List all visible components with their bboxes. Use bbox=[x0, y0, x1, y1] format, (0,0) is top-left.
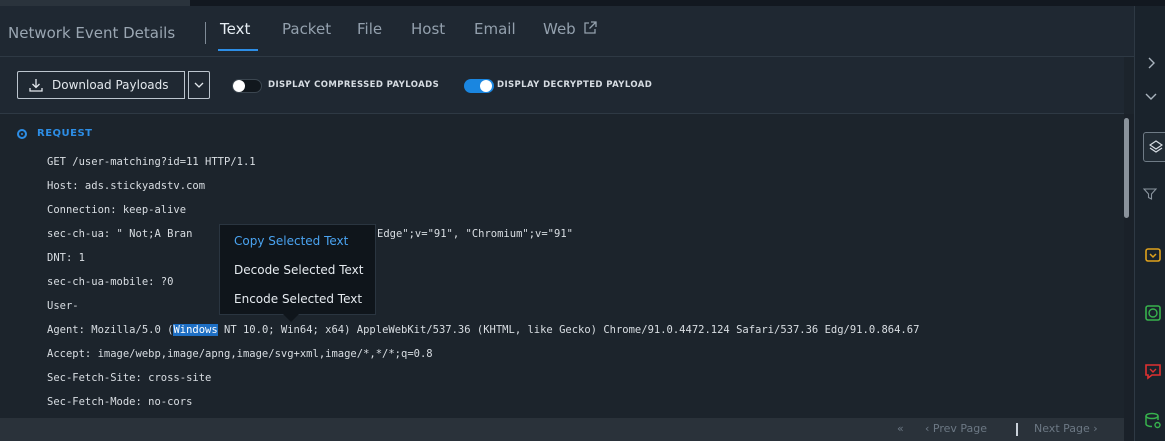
payload-line: Host: ads.stickyadstv.com bbox=[47, 180, 206, 192]
prev-page-button[interactable]: ‹ Prev Page bbox=[925, 422, 987, 435]
panel-title: Network Event Details bbox=[8, 24, 176, 42]
pagination-bar: « ‹ Prev Page Next Page › bbox=[0, 418, 1124, 441]
pager-separator bbox=[1016, 423, 1018, 436]
compressed-payloads-label: DISPLAY COMPRESSED PAYLOADS bbox=[268, 80, 440, 90]
selected-text: Windows bbox=[173, 324, 218, 336]
copy-selected-text-item[interactable]: Copy Selected Text bbox=[220, 228, 375, 253]
download-options-dropdown[interactable] bbox=[188, 71, 210, 99]
message-alert-icon[interactable] bbox=[1144, 362, 1162, 380]
payload-line-tail: Edge";v="91", "Chromium";v="91" bbox=[377, 228, 573, 240]
title-separator bbox=[205, 22, 206, 44]
payload-line: Accept: image/webp,image/apng,image/svg+… bbox=[47, 348, 433, 360]
payload-line-rest: NT 10.0; Win64; x64) AppleWebKit/537.36 … bbox=[217, 324, 920, 336]
tab-web-label: Web bbox=[543, 20, 576, 38]
payload-line: User- bbox=[47, 300, 79, 312]
decrypted-payload-label: DISPLAY DECRYPTED PAYLOAD bbox=[497, 80, 653, 90]
filter-icon[interactable] bbox=[1143, 188, 1157, 200]
download-icon bbox=[29, 79, 43, 92]
chevron-down-icon[interactable] bbox=[1143, 90, 1159, 104]
payload-toolbar: Download Payloads DISPLAY COMPRESSED PAY… bbox=[0, 57, 1124, 114]
payload-line: DNT: 1 bbox=[47, 252, 85, 264]
download-payloads-label: Download Payloads bbox=[52, 78, 169, 92]
payload-line: sec-ch-ua-mobile: ?0 bbox=[47, 276, 174, 288]
chevron-down-icon bbox=[194, 82, 204, 88]
decrypted-payload-toggle[interactable] bbox=[464, 79, 494, 93]
clock-box-icon[interactable] bbox=[1144, 304, 1162, 322]
payload-line: sec-ch-ua: " Not;A Bran Edge";v="91", "Ch… bbox=[47, 226, 573, 242]
right-side-panel bbox=[1134, 6, 1165, 441]
database-settings-icon[interactable] bbox=[1144, 412, 1162, 430]
request-label: REQUEST bbox=[37, 128, 93, 139]
tab-packet[interactable]: Packet bbox=[282, 20, 331, 38]
tab-host[interactable]: Host bbox=[411, 20, 445, 38]
compressed-payloads-toggle[interactable] bbox=[232, 79, 262, 93]
payload-line: Sec-Fetch-Mode: no-cors bbox=[47, 396, 193, 408]
request-radio-icon bbox=[17, 128, 27, 139]
tab-file[interactable]: File bbox=[357, 20, 382, 38]
layers-tile-button[interactable] bbox=[1143, 132, 1165, 162]
request-section-header[interactable]: REQUEST bbox=[17, 128, 93, 139]
encode-selected-text-item[interactable]: Encode Selected Text bbox=[220, 286, 375, 311]
next-page-button[interactable]: Next Page › bbox=[1034, 422, 1098, 435]
first-page-button[interactable]: « bbox=[897, 422, 904, 435]
tab-email[interactable]: Email bbox=[474, 20, 516, 38]
toggle-knob bbox=[480, 80, 492, 92]
content-scrollbar-thumb[interactable] bbox=[1124, 118, 1129, 218]
toggle-knob bbox=[233, 80, 245, 92]
tabs-bar: Network Event Details Text Packet File H… bbox=[0, 6, 1165, 57]
tab-web[interactable]: Web bbox=[543, 20, 598, 38]
payload-line-head: sec-ch-ua: " Not;A Bran bbox=[47, 228, 193, 240]
decode-selected-text-item[interactable]: Decode Selected Text bbox=[220, 257, 375, 282]
payload-line: Connection: keep-alive bbox=[47, 204, 187, 216]
active-tab-underline bbox=[218, 49, 258, 51]
text-context-menu: Copy Selected Text Decode Selected Text … bbox=[219, 224, 376, 322]
payload-line: Agent: Mozilla/5.0 (Windows NT 10.0; Win… bbox=[47, 322, 919, 338]
payload-content: REQUEST GET /user-matching?id=11 HTTP/1.… bbox=[0, 114, 1124, 441]
payload-line-head: Agent: Mozilla/5.0 ( bbox=[47, 324, 174, 336]
chevron-right-icon[interactable] bbox=[1145, 56, 1159, 70]
download-payloads-button[interactable]: Download Payloads bbox=[17, 71, 185, 99]
layers-icon bbox=[1149, 140, 1163, 153]
payload-line: GET /user-matching?id=11 HTTP/1.1 bbox=[47, 156, 256, 168]
tab-text[interactable]: Text bbox=[220, 20, 250, 38]
alert-box-icon[interactable] bbox=[1144, 246, 1162, 264]
external-link-icon bbox=[584, 21, 598, 34]
payload-line: Sec-Fetch-Site: cross-site bbox=[47, 372, 212, 384]
